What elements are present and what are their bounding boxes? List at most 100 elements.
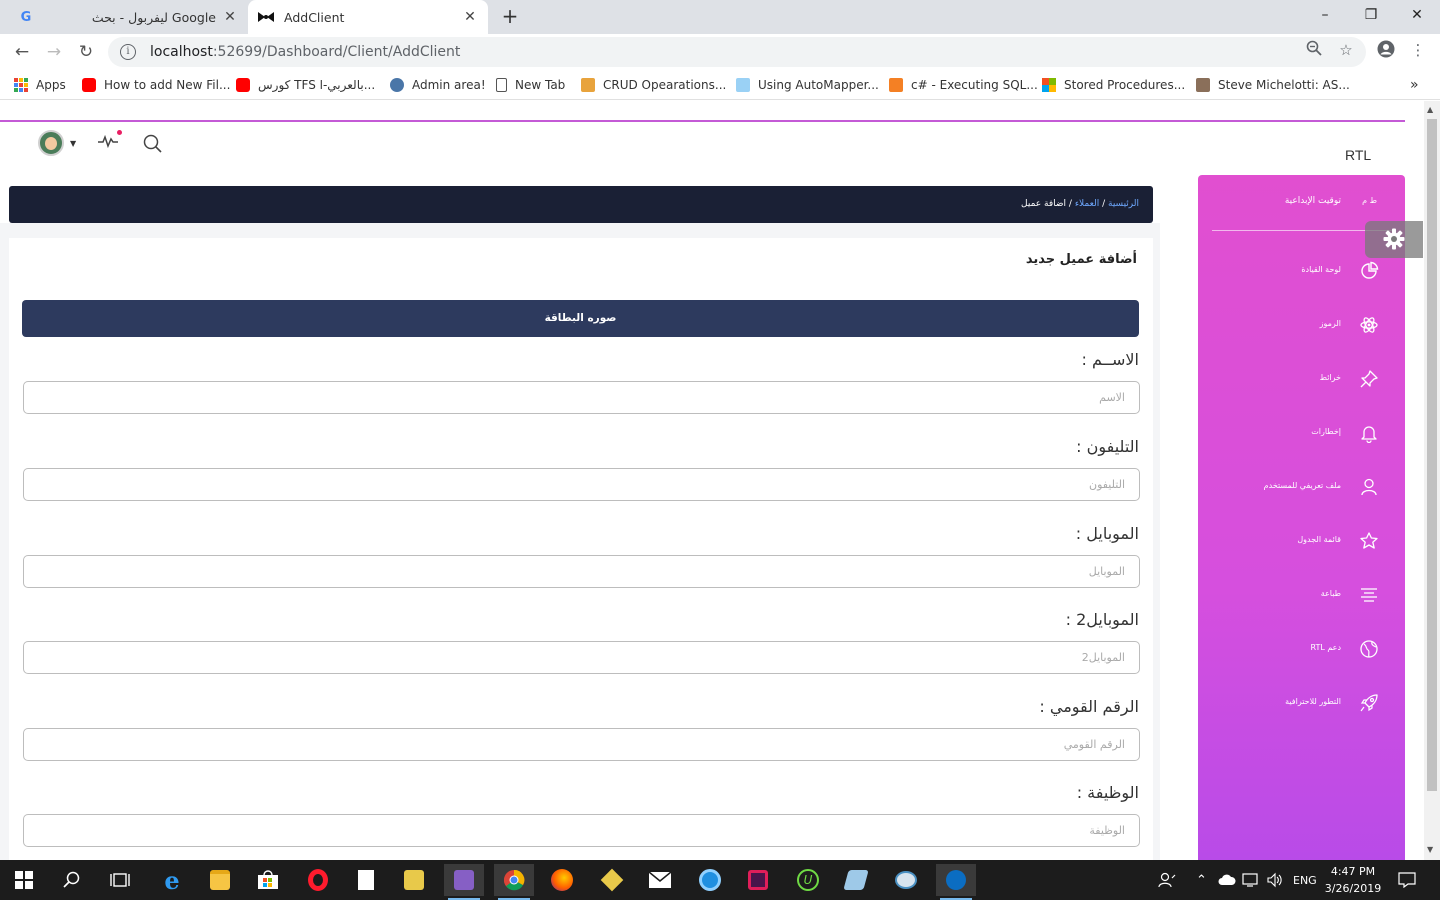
edge-icon[interactable]: e <box>152 864 192 896</box>
sidebar-item-icons[interactable]: الرموز <box>1198 310 1405 340</box>
opera-icon[interactable] <box>298 864 338 896</box>
clock-date: 3/26/2019 <box>1324 882 1382 895</box>
bookmark-label: Apps <box>36 78 66 92</box>
search-icon[interactable] <box>143 134 163 154</box>
sidebar-item-table-list[interactable]: قائمة الجدول <box>1198 526 1405 556</box>
job-field[interactable] <box>23 814 1140 847</box>
sidebar-item-label: دعم RTL <box>1310 643 1341 652</box>
scrollbar-thumb[interactable] <box>1427 119 1437 791</box>
bookmark-item[interactable]: Using AutoMapper... <box>736 76 879 94</box>
action-center-icon[interactable] <box>1398 860 1416 900</box>
sidebar-item-user-profile[interactable]: ملف تعريفي للمستخدم <box>1198 472 1405 502</box>
store-icon[interactable] <box>248 864 288 896</box>
national-id-field[interactable] <box>23 728 1140 761</box>
mobile2-field[interactable] <box>23 641 1140 674</box>
chrome-icon[interactable] <box>494 864 534 900</box>
sidebar-item-maps[interactable]: خرائط <box>1198 364 1405 394</box>
bookmark-item[interactable]: New Tab <box>496 76 565 94</box>
chevron-up-icon[interactable]: ⌃ <box>1196 860 1207 900</box>
notes-app-icon[interactable] <box>836 864 876 896</box>
bookmark-label: Stored Procedures... <box>1064 78 1186 92</box>
upwork-icon[interactable]: U <box>788 864 828 896</box>
sidebar-item-label: الرموز <box>1319 319 1341 328</box>
maximize-button[interactable]: ❐ <box>1348 0 1394 30</box>
tab-addclient[interactable]: AddClient ✕ <box>248 0 488 34</box>
sidebar-item-rtl-support[interactable]: دعم RTL <box>1198 634 1405 664</box>
address-bar[interactable]: i localhost:52699/Dashboard/Client/AddCl… <box>108 37 1366 67</box>
visual-studio-icon[interactable] <box>444 864 484 900</box>
breadcrumb-home-link[interactable]: الرئيسية <box>1108 199 1139 209</box>
dev-tool-icon[interactable] <box>936 864 976 900</box>
tab-google-search[interactable]: G ليفربول - بحث Google ✕ <box>8 0 248 34</box>
sidebar-item-notifications[interactable]: إخطارات <box>1198 418 1405 448</box>
zoom-icon[interactable] <box>1304 40 1324 60</box>
system-clock[interactable]: 4:47 PM 3/26/2019 <box>1318 863 1388 897</box>
align-center-icon <box>1361 588 1377 602</box>
bookmark-item[interactable]: Stored Procedures... <box>1042 76 1185 94</box>
close-tab-icon[interactable]: ✕ <box>222 9 238 25</box>
tab-title: AddClient <box>284 9 345 25</box>
bookmark-label: c# - Executing SQL... <box>911 78 1038 92</box>
id-card-image-button[interactable]: صوره البطاقة <box>22 300 1139 337</box>
bookmark-label: New Tab <box>515 78 566 92</box>
bookmark-item[interactable]: c# - Executing SQL... <box>889 76 1038 94</box>
user-avatar[interactable] <box>38 130 64 156</box>
new-tab-button[interactable]: + <box>498 5 522 29</box>
ccleaner-icon[interactable] <box>690 864 730 896</box>
tools-app-icon[interactable] <box>394 864 434 896</box>
info-icon[interactable]: i <box>120 44 136 60</box>
page-scrollbar[interactable]: ▲ ▼ <box>1424 101 1440 860</box>
sidebar-brand[interactable]: توقيت الإبداعية <box>1285 196 1341 206</box>
bookmark-star-icon[interactable]: ☆ <box>1336 40 1356 60</box>
forward-arrow-icon[interactable]: → <box>42 40 66 64</box>
task-view-icon[interactable] <box>100 864 140 896</box>
phone-field[interactable] <box>23 468 1140 501</box>
pin-icon <box>1360 370 1378 388</box>
onedrive-icon[interactable] <box>1218 860 1236 900</box>
breadcrumb-trail: الرئيسية / العملاء / اضافة عميل <box>1021 199 1139 209</box>
close-tab-icon[interactable]: ✕ <box>462 9 478 25</box>
profile-icon[interactable] <box>1376 40 1396 60</box>
top-accent-line <box>0 120 1405 122</box>
git-icon[interactable] <box>592 864 632 896</box>
bookmark-label: How to add New Fil... <box>104 78 231 92</box>
sidebar-item-dashboard[interactable]: لوحة القيادة <box>1198 256 1405 286</box>
bookmark-apps[interactable]: Apps <box>14 76 66 94</box>
caret-down-icon[interactable]: ▼ <box>70 139 76 148</box>
paint-icon[interactable] <box>886 864 926 896</box>
scroll-down-icon[interactable]: ▼ <box>1427 845 1433 854</box>
people-icon[interactable] <box>1158 860 1176 900</box>
windows-start-icon[interactable] <box>4 864 44 896</box>
bookmark-item[interactable]: CRUD Opearations... <box>581 76 726 94</box>
breadcrumb-clients-link[interactable]: العملاء <box>1075 199 1099 209</box>
minimize-button[interactable]: – <box>1302 0 1348 30</box>
activity-pulse-icon[interactable] <box>98 130 122 149</box>
volume-icon[interactable] <box>1266 860 1284 900</box>
mail-icon[interactable] <box>640 864 680 896</box>
bookmark-item[interactable]: Admin area! <box>390 76 486 94</box>
bookmark-item[interactable]: Steve Michelotti: AS... <box>1196 76 1350 94</box>
language-indicator[interactable]: ENG <box>1293 860 1317 900</box>
network-icon[interactable] <box>1242 860 1260 900</box>
mobile-field[interactable] <box>23 555 1140 588</box>
sidebar-item-upgrade[interactable]: التطور للاحترافية <box>1198 688 1405 718</box>
scroll-up-icon[interactable]: ▲ <box>1427 105 1433 114</box>
settings-gear-button[interactable] <box>1365 221 1423 258</box>
sidebar-item-typography[interactable]: طباعة <box>1198 580 1405 610</box>
user-icon <box>1361 478 1377 496</box>
bookmark-item[interactable]: How to add New Fil... <box>82 76 230 94</box>
back-arrow-icon[interactable]: ← <box>10 40 34 64</box>
firefox-icon[interactable] <box>542 864 582 896</box>
search-icon[interactable] <box>52 864 92 896</box>
file-explorer-icon[interactable] <box>200 864 240 896</box>
bookmark-label: Using AutoMapper... <box>758 78 879 92</box>
slack-icon[interactable] <box>738 864 778 896</box>
sidebar-logo[interactable]: ط م <box>1362 196 1377 205</box>
bookmarks-overflow-icon[interactable]: » <box>1410 76 1419 94</box>
close-window-button[interactable]: ✕ <box>1394 0 1440 30</box>
bookmark-item[interactable]: كورس TFS بالعربي-ا... <box>236 76 375 94</box>
notepad-icon[interactable] <box>346 864 386 896</box>
reload-icon[interactable]: ↻ <box>74 40 98 64</box>
menu-kebab-icon[interactable]: ⋮ <box>1408 40 1428 60</box>
name-field[interactable] <box>23 381 1140 414</box>
